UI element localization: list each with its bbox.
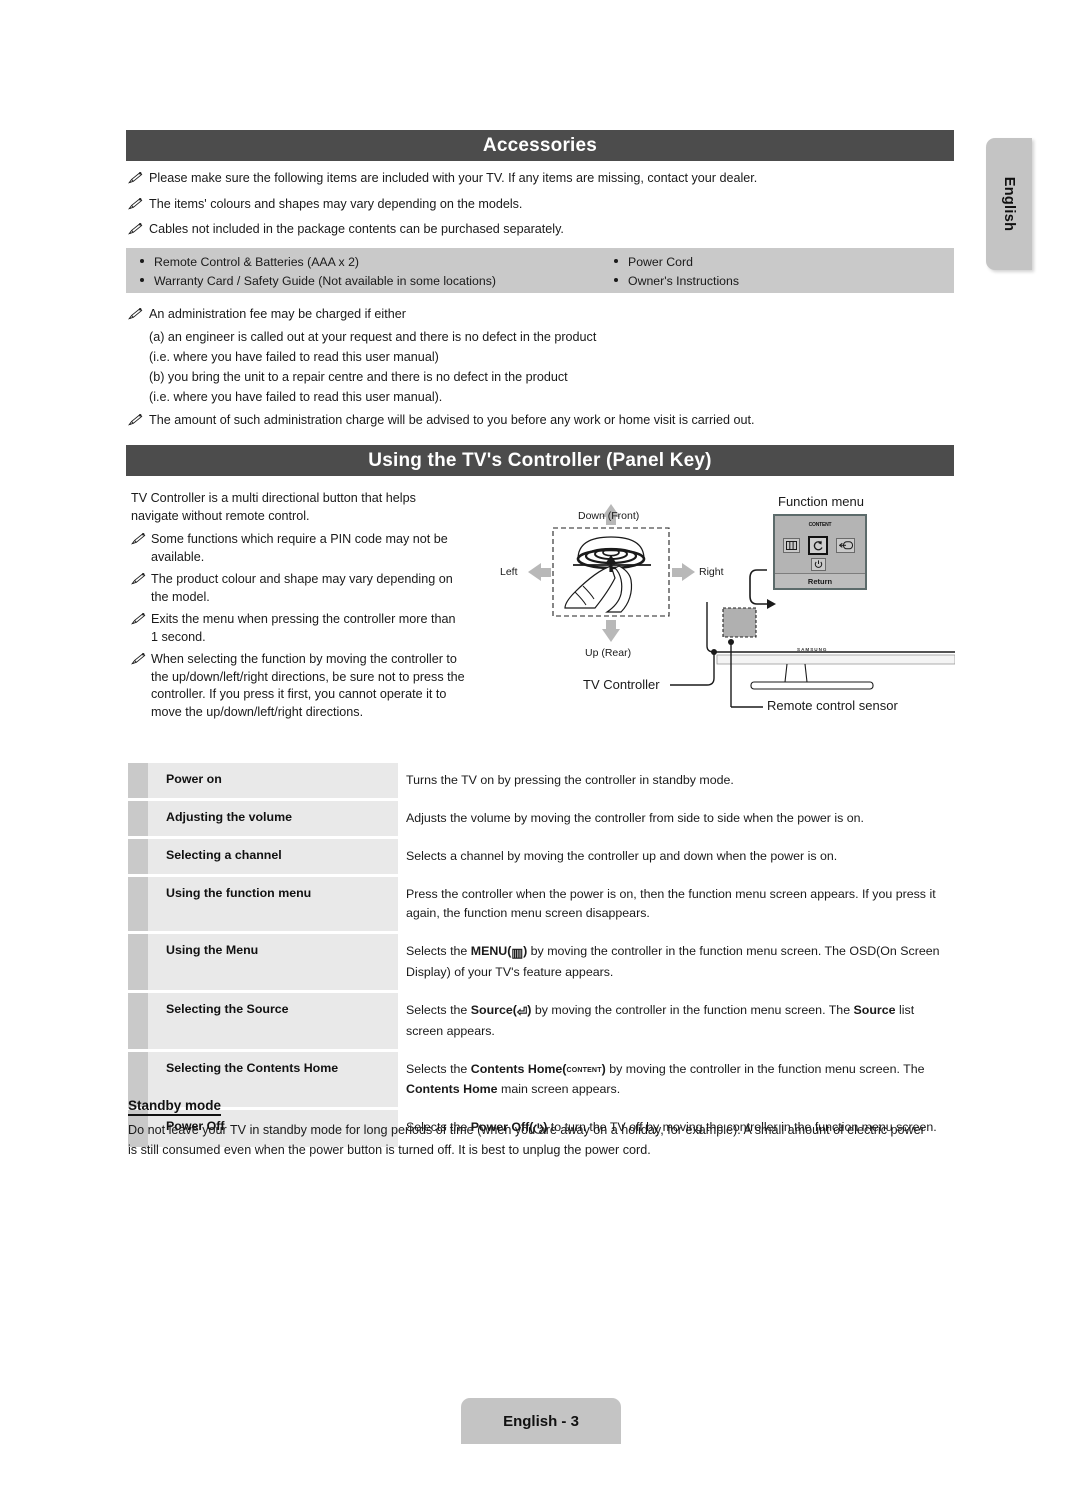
diagram-label-tv-controller: TV Controller: [583, 677, 660, 692]
table-row: Power on Turns the TV on by pressing the…: [128, 763, 954, 798]
pencil-icon: [130, 612, 146, 631]
controller-note-0: Some functions which require a PIN code …: [130, 531, 465, 566]
power-key-icon[interactable]: [811, 558, 826, 571]
section-header-accessories: Accessories: [126, 130, 954, 161]
note-accessories-0: Please make sure the following items are…: [127, 170, 758, 189]
note-text: The product colour and shape may vary de…: [151, 572, 453, 604]
note-text: Cables not included in the package conte…: [149, 222, 564, 236]
function-label: Using the Menu: [128, 934, 398, 990]
note-text: Please make sure the following items are…: [149, 171, 758, 185]
accessories-column-left: Remote Control & Batteries (AAA x 2) War…: [140, 253, 496, 291]
table-row: Using the function menu Press the contro…: [128, 877, 954, 931]
pencil-icon: [130, 532, 146, 551]
accessory-item: Warranty Card / Safety Guide (Not availa…: [140, 272, 496, 291]
function-label: Adjusting the volume: [128, 801, 398, 836]
section-title-controller: Using the TV's Controller (Panel Key): [368, 449, 712, 471]
function-desc: Selects the Source(⏎) by moving the cont…: [406, 1003, 915, 1038]
function-label: Selecting the Source: [128, 993, 398, 1049]
diagram-label-remote-sensor: Remote control sensor: [767, 698, 898, 713]
table-row: Using the Menu Selects the MENU(▥) by mo…: [128, 934, 954, 990]
diagram-label-up: Up (Rear): [585, 647, 632, 659]
accessories-column-right: Power Cord Owner's Instructions: [614, 253, 739, 291]
bullet-dot-icon: [614, 278, 618, 282]
note-accessories-2: Cables not included in the package conte…: [127, 221, 564, 240]
note-text: When selecting the function by moving th…: [151, 652, 465, 719]
table-row: Selecting the Source Selects the Source(…: [128, 993, 954, 1049]
standby-body: Do not leave your TV in standby mode for…: [128, 1123, 925, 1157]
accessory-item: Owner's Instructions: [614, 272, 739, 291]
pencil-icon: [127, 171, 143, 189]
accessory-label: Warranty Card / Safety Guide (Not availa…: [154, 274, 496, 288]
fee-line-a-note: (i.e. where you have failed to read this…: [149, 350, 439, 364]
accessory-item: Remote Control & Batteries (AAA x 2): [140, 253, 496, 272]
note-text: An administration fee may be charged if …: [149, 307, 406, 321]
note-text: The items' colours and shapes may vary d…: [149, 197, 523, 211]
accessories-items-panel: Remote Control & Batteries (AAA x 2) War…: [126, 248, 954, 293]
function-desc: Selects the MENU(▥) by moving the contro…: [406, 944, 940, 979]
note-text: Some functions which require a PIN code …: [151, 532, 448, 564]
section-header-controller: Using the TV's Controller (Panel Key): [126, 445, 954, 476]
note-admin-fee: An administration fee may be charged if …: [127, 306, 406, 325]
function-desc: Press the controller when the power is o…: [406, 887, 936, 920]
language-tab-label: English: [1001, 176, 1017, 232]
function-desc: Adjusts the volume by moving the control…: [406, 811, 864, 825]
note-text: The amount of such administration charge…: [149, 413, 755, 427]
function-menu-content-label: CONTENT: [808, 522, 832, 528]
pencil-icon: [127, 307, 143, 325]
controller-note-3: When selecting the function by moving th…: [130, 651, 465, 721]
svg-text:SAMSUNG: SAMSUNG: [797, 647, 827, 652]
diagram-label-right: Right: [699, 566, 724, 578]
bullet-dot-icon: [140, 259, 144, 263]
function-label: Using the function menu: [128, 877, 398, 931]
tv-controller-diagram: SAMSUNG Down (Front) Up (Rear) Left Righ…: [495, 486, 956, 731]
function-label: Selecting a channel: [128, 839, 398, 874]
pencil-icon: [130, 572, 146, 591]
note-admin-charge: The amount of such administration charge…: [127, 412, 755, 431]
fee-line-b-note: (i.e. where you have failed to read this…: [149, 390, 443, 404]
pencil-icon: [127, 222, 143, 240]
pencil-icon: [130, 652, 146, 671]
bullet-dot-icon: [614, 259, 618, 263]
function-desc: Selects the Contents Home(CONTENT) by mo…: [406, 1062, 925, 1096]
table-row: Adjusting the volume Adjusts the volume …: [128, 801, 954, 836]
controller-note-2: Exits the menu when pressing the control…: [130, 611, 465, 646]
controller-function-table: Power on Turns the TV on by pressing the…: [128, 763, 954, 1150]
bullet-dot-icon: [140, 278, 144, 282]
language-tab: English: [986, 138, 1032, 270]
pencil-icon: [127, 197, 143, 215]
function-menu-return-bar: Return: [775, 573, 865, 588]
standby-heading: Standby mode: [128, 1098, 222, 1116]
function-desc: Turns the TV on by pressing the controll…: [406, 773, 734, 787]
function-desc: Selects a channel by moving the controll…: [406, 849, 838, 863]
diagram-label-left: Left: [500, 566, 518, 578]
diagram-label-function-menu: Function menu: [778, 494, 864, 509]
note-accessories-1: The items' colours and shapes may vary d…: [127, 196, 523, 215]
accessory-label: Remote Control & Batteries (AAA x 2): [154, 255, 360, 269]
page-footer: English - 3: [461, 1398, 621, 1444]
accessory-item: Power Cord: [614, 253, 739, 272]
accessory-label: Owner's Instructions: [628, 274, 740, 288]
diagram-svg: SAMSUNG: [528, 504, 956, 708]
manual-page: English Accessories Please make sure the…: [0, 0, 1080, 1494]
return-key-icon[interactable]: [808, 536, 828, 555]
table-row: Selecting a channel Selects a channel by…: [128, 839, 954, 874]
pencil-icon: [127, 413, 143, 431]
controller-intro: TV Controller is a multi directional but…: [131, 491, 416, 523]
function-menu-return-label: Return: [807, 576, 833, 586]
source-key-icon[interactable]: [836, 538, 855, 553]
fee-line-b: (b) you bring the unit to a repair centr…: [149, 370, 568, 384]
function-menu-widget: CONTENT Return: [773, 514, 867, 590]
controller-note-1: The product colour and shape may vary de…: [130, 571, 465, 606]
diagram-label-down: Down (Front): [578, 510, 640, 522]
note-text: Exits the menu when pressing the control…: [151, 612, 456, 644]
menu-key-icon[interactable]: [783, 538, 800, 553]
section-title-accessories: Accessories: [482, 134, 598, 156]
accessory-label: Power Cord: [628, 255, 693, 269]
fee-line-a: (a) an engineer is called out at your re…: [149, 330, 597, 344]
page-number-label: English - 3: [503, 1412, 579, 1430]
function-label: Power on: [128, 763, 398, 798]
table-row: Selecting the Contents Home Selects the …: [128, 1052, 954, 1107]
